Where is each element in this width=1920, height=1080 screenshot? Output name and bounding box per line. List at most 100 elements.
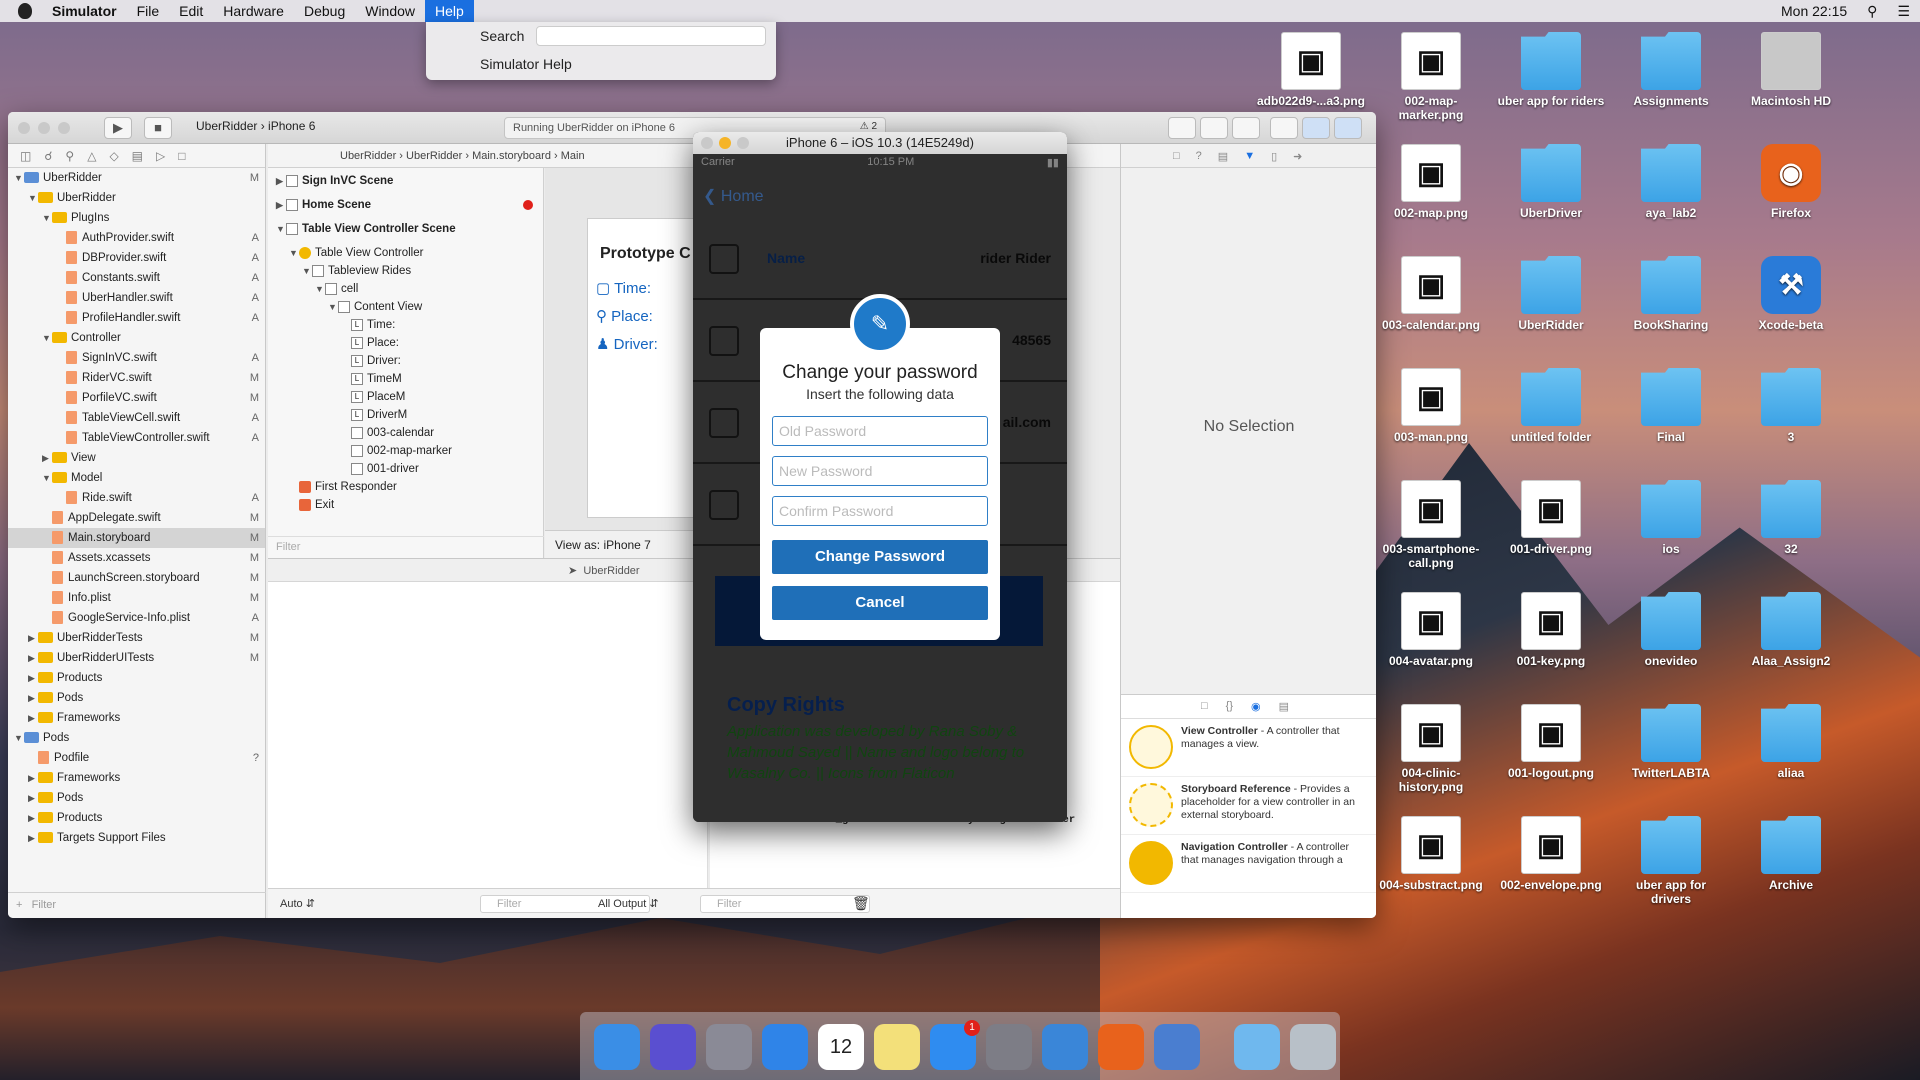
desktop-icon-image[interactable]: ▣ 004-avatar.png (1376, 592, 1486, 668)
outline-item[interactable]: ▼ cell (268, 280, 543, 298)
jump-bar-item[interactable]: Main (561, 150, 585, 162)
desktop-icon-disk[interactable]: Macintosh HD (1736, 32, 1846, 108)
file-row[interactable]: RiderVC.swift M (8, 368, 265, 388)
disclosure-open-icon[interactable]: ▼ (42, 468, 52, 488)
disclosure-closed-icon[interactable]: ▶ (28, 828, 38, 848)
file-row[interactable]: Podfile? (8, 748, 265, 768)
desktop-icon-image[interactable]: ▣ 002-envelope.png (1496, 816, 1606, 892)
library-item-navigation-controller[interactable]: Navigation Controller - A controller tha… (1121, 835, 1376, 893)
menubar-clock[interactable]: Mon 22:15 (1771, 0, 1857, 22)
folder-row[interactable]: ▶ Products (8, 668, 265, 688)
outline-item[interactable]: L Driver: (268, 352, 543, 370)
object-library-icon[interactable]: ◉ (1251, 700, 1261, 713)
outline-item[interactable]: Exit (268, 496, 543, 514)
menu-window[interactable]: Window (355, 0, 425, 22)
navigator-filter[interactable]: + Filter (8, 892, 266, 918)
disclosure-closed-icon[interactable]: ▶ (28, 768, 38, 788)
disclosure-open-icon[interactable]: ▼ (289, 244, 299, 262)
canvas-driver-label[interactable]: ♟ Driver: (596, 335, 658, 353)
file-row[interactable]: TableViewController.swift A (8, 428, 265, 448)
disclosure-open-icon[interactable]: ▼ (28, 188, 38, 208)
folder-row[interactable]: ▼ Pods (8, 728, 265, 748)
disclosure-open-icon[interactable]: ▼ (14, 168, 24, 188)
desktop-icon-folder[interactable]: Alaa_Assign2 (1736, 592, 1846, 668)
file-row[interactable]: Ride.swift A (8, 488, 265, 508)
file-row[interactable]: AppDelegate.swift M (8, 508, 265, 528)
outline-item[interactable]: ▼ Tableview Rides (268, 262, 543, 280)
outline-filter[interactable]: Filter (268, 536, 544, 558)
desktop-icon-folder[interactable]: Assignments (1616, 32, 1726, 108)
folder-row[interactable]: ▶ Pods (8, 688, 265, 708)
outline-item[interactable]: 002-map-marker (268, 442, 543, 460)
folder-row[interactable]: ▶ Products (8, 808, 265, 828)
source-control-icon[interactable]: ☌ (44, 149, 52, 163)
folder-row[interactable]: ▶ Frameworks (8, 708, 265, 728)
disclosure-closed-icon[interactable]: ▶ (28, 808, 38, 828)
siri-icon[interactable] (650, 1024, 696, 1070)
desktop-icon-folder[interactable]: TwitterLABTA (1616, 704, 1726, 780)
finder-icon[interactable] (594, 1024, 640, 1070)
firefox-icon[interactable] (1098, 1024, 1144, 1070)
cancel-button[interactable]: Cancel (772, 586, 988, 620)
toggle-navigator-button[interactable] (1270, 117, 1298, 139)
connections-inspector-icon[interactable]: ➜ (1293, 150, 1302, 163)
canvas-place-label[interactable]: ⚲ Place: (596, 307, 653, 325)
desktop-icon-folder[interactable]: onevideo (1616, 592, 1726, 668)
standard-editor-button[interactable] (1168, 117, 1196, 139)
debug-target[interactable]: UberRidder (583, 565, 639, 577)
error-icon[interactable] (523, 200, 533, 210)
file-row[interactable]: TableViewCell.swift A (8, 408, 265, 428)
file-row[interactable]: Assets.xcassets M (8, 548, 265, 568)
jump-bar-item[interactable]: UberRidder (406, 150, 462, 162)
desktop-icon-folder[interactable]: ios (1616, 480, 1726, 556)
debug-icon[interactable]: ▤ (132, 149, 143, 163)
trash-icon[interactable]: 🗑 (852, 895, 870, 912)
disclosure-open-icon[interactable]: ▼ (42, 208, 52, 228)
folder-row[interactable]: ▼ UberRidder M (8, 168, 265, 188)
desktop-icon-folder[interactable]: uber app for riders (1496, 32, 1606, 108)
search-icon[interactable]: ⚲ (65, 149, 74, 163)
folder-row[interactable]: ▶ Frameworks (8, 768, 265, 788)
file-row[interactable]: DBProvider.swift A (8, 248, 265, 268)
notes-icon[interactable] (874, 1024, 920, 1070)
file-row[interactable]: ProfileHandler.swift A (8, 308, 265, 328)
outline-item[interactable]: L Time: (268, 316, 543, 334)
folder-row[interactable]: ▼ Model (8, 468, 265, 488)
test-icon[interactable]: ◇ (109, 149, 118, 163)
breakpoint-icon[interactable]: ▷ (156, 149, 165, 163)
console-filter[interactable]: Filter (700, 895, 870, 913)
output-selector[interactable]: All Output ⇵ (598, 897, 659, 910)
xcode-beta-icon[interactable] (1154, 1024, 1200, 1070)
file-inspector-icon[interactable]: □ (1173, 150, 1180, 162)
jump-bar-item[interactable]: UberRidder (340, 150, 396, 162)
apple-icon[interactable] (18, 3, 32, 19)
desktop-icon-image[interactable]: ▣ 001-driver.png (1496, 480, 1606, 556)
desktop-icon-folder[interactable]: Final (1616, 368, 1726, 444)
disclosure-closed-icon[interactable]: ▶ (42, 448, 52, 468)
menu-hardware[interactable]: Hardware (213, 0, 294, 22)
report-icon[interactable]: □ (178, 149, 185, 163)
toggle-inspector-button[interactable] (1334, 117, 1362, 139)
stop-button[interactable]: ■ (144, 117, 172, 139)
file-row[interactable]: LaunchScreen.storyboard M (8, 568, 265, 588)
outline-item[interactable]: ▼ Content View (268, 298, 543, 316)
menu-app-name[interactable]: Simulator (42, 0, 127, 22)
outline-item[interactable]: ▼ Table View Controller (268, 244, 543, 262)
folder-row[interactable]: ▶ View (8, 448, 265, 468)
file-row[interactable]: AuthProvider.swift A (8, 228, 265, 248)
folder-row[interactable]: ▼ Controller (8, 328, 265, 348)
zoom-window-button[interactable] (58, 122, 70, 134)
location-icon[interactable]: ➤ (568, 565, 577, 577)
run-button[interactable]: ▶ (104, 117, 132, 139)
outline-filter-input[interactable]: Filter (276, 541, 300, 553)
desktop-icon-image[interactable]: ▣ 002-map-marker.png (1376, 32, 1486, 122)
trash-icon[interactable] (1290, 1024, 1336, 1070)
outline-item[interactable]: L DriverM (268, 406, 543, 424)
prototype-cell-preview[interactable]: Prototype C ▢ Time: ⚲ Place: ♟ Driver: (587, 218, 707, 518)
disclosure-closed-icon[interactable]: ▶ (28, 628, 38, 648)
disclosure-closed-icon[interactable]: ▶ (28, 668, 38, 688)
folder-row[interactable]: ▼ UberRidder (8, 188, 265, 208)
close-window-button[interactable] (18, 122, 30, 134)
desktop-icon-image[interactable]: ▣ 002-map.png (1376, 144, 1486, 220)
folder-row[interactable]: ▶ UberRidderTests M (8, 628, 265, 648)
